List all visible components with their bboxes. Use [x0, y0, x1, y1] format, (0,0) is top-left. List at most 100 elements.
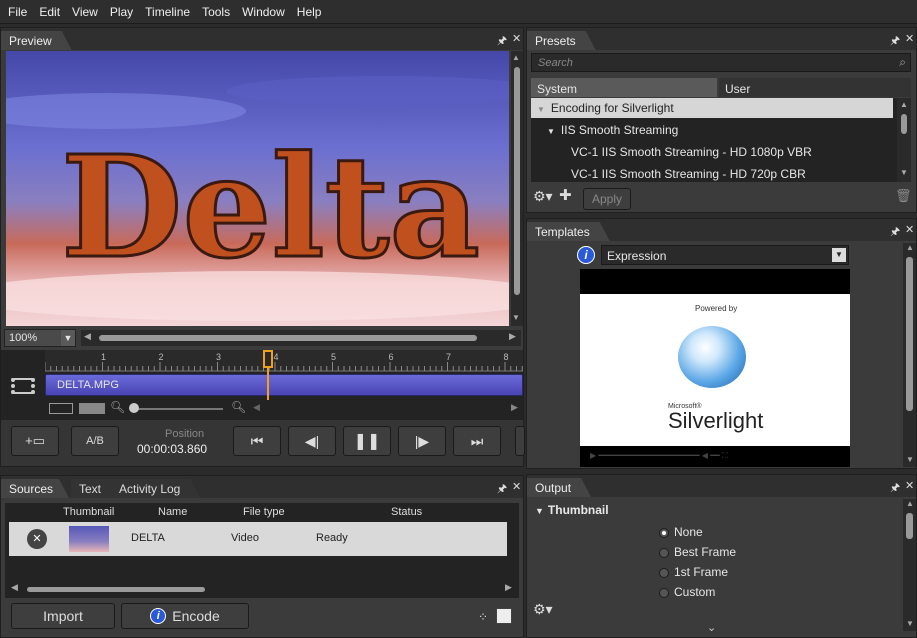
- row-status: Ready: [316, 532, 348, 544]
- view-strip-icon[interactable]: [79, 403, 105, 414]
- zoom-select[interactable]: 100% ▼: [4, 329, 76, 347]
- menu-edit[interactable]: Edit: [33, 5, 66, 19]
- menu-timeline[interactable]: Timeline: [139, 5, 196, 19]
- timeline-clip[interactable]: DELTA.MPG: [45, 374, 523, 396]
- menu-help[interactable]: Help: [291, 5, 328, 19]
- presets-search[interactable]: Search ⌕: [531, 53, 911, 72]
- template-select[interactable]: Expression ▼: [601, 245, 849, 265]
- presets-tree: ▼ Encoding for Silverlight ▼ IIS Smooth St…: [531, 98, 911, 182]
- thumbnail-option-none[interactable]: None: [659, 525, 703, 539]
- info-icon: i: [150, 608, 167, 624]
- col-thumbnail[interactable]: Thumbnail: [63, 506, 114, 518]
- tab-sources[interactable]: Sources ✕: [1, 479, 69, 498]
- thumbnail-option-custom[interactable]: Custom: [659, 585, 715, 599]
- col-status[interactable]: Status: [391, 506, 422, 518]
- collapse-icon[interactable]: ▼: [547, 127, 555, 136]
- pause-button[interactable]: ❚❚: [343, 426, 391, 456]
- close-icon[interactable]: ✕: [512, 480, 521, 493]
- encode-button[interactable]: i Encode: [121, 603, 249, 629]
- view-mode-icon[interactable]: [49, 403, 73, 414]
- film-icon: [11, 378, 35, 394]
- go-to-end-button[interactable]: ⏭: [453, 426, 501, 456]
- timecode: 00:00:03.860: [137, 442, 208, 456]
- step-back-button[interactable]: ◀|: [288, 426, 336, 456]
- col-file-type[interactable]: File type: [243, 506, 285, 518]
- apply-button[interactable]: Apply: [583, 188, 631, 210]
- radio-icon: [659, 527, 669, 538]
- ruler-tick-label: 7: [446, 352, 452, 362]
- thumbnail-option-1st-frame[interactable]: 1st Frame: [659, 565, 728, 579]
- position-label: Position: [165, 428, 205, 440]
- sources-hscroll[interactable]: ◀ ▶: [5, 582, 519, 596]
- close-icon[interactable]: ✕: [905, 479, 914, 492]
- delete-icon[interactable]: 🗑︎: [895, 188, 912, 204]
- pin-icon[interactable]: 🖈: [497, 32, 507, 51]
- playhead[interactable]: [263, 350, 273, 400]
- timeline-ruler[interactable]: 1 2 3 4 5 6 7 8: [45, 350, 523, 372]
- go-to-start-button[interactable]: ⏮: [233, 426, 281, 456]
- settings-menu-icon[interactable]: ⚙▾: [533, 601, 553, 618]
- chevron-down-icon: ▼: [832, 248, 846, 262]
- tab-presets[interactable]: Presets: [527, 31, 596, 50]
- info-icon[interactable]: i: [577, 246, 595, 264]
- table-row[interactable]: ✕ DELTA Video Ready: [9, 522, 507, 556]
- import-button[interactable]: Import: [11, 603, 115, 629]
- tree-item-1080p[interactable]: VC-1 IIS Smooth Streaming - HD 1080p VBR: [571, 145, 812, 159]
- sources-header: Sources ✕ Text Activity Log 🖈 ✕: [1, 476, 523, 498]
- pin-icon[interactable]: 🖈: [890, 223, 900, 242]
- tab-system[interactable]: System: [531, 78, 717, 97]
- close-icon[interactable]: ✕: [905, 223, 914, 236]
- list-view-icon[interactable]: [496, 608, 512, 624]
- preview-vscroll[interactable]: ▲ ▼: [511, 51, 523, 326]
- row-name: DELTA: [131, 532, 165, 544]
- col-name[interactable]: Name: [158, 506, 187, 518]
- zoom-slider[interactable]: [131, 408, 223, 410]
- templates-vscroll[interactable]: ▲ ▼: [903, 243, 916, 467]
- timeline: 1 2 3 4 5 6 7 8 DELTA.MPG 🔍︎ 🔍︎ ◀ ▶: [1, 350, 523, 420]
- presets-vscroll[interactable]: ▲ ▼: [897, 98, 911, 182]
- svg-text:Delta: Delta: [61, 126, 480, 290]
- close-icon[interactable]: ✕: [512, 32, 521, 45]
- tree-item-encoding-silverlight[interactable]: ▼ Encoding for Silverlight: [531, 98, 893, 118]
- pin-icon[interactable]: 🖈: [890, 479, 900, 498]
- tab-preview[interactable]: Preview: [1, 31, 72, 50]
- tree-item-720p[interactable]: VC-1 IIS Smooth Streaming - HD 720p CBR: [571, 167, 806, 181]
- menu-view[interactable]: View: [66, 5, 104, 19]
- zoom-out-icon[interactable]: 🔍︎: [110, 400, 125, 414]
- output-vscroll[interactable]: ▲ ▼: [903, 499, 916, 631]
- tree-item-iis-smooth[interactable]: ▼ IIS Smooth Streaming: [547, 123, 678, 137]
- ab-compare-button[interactable]: A/B: [71, 426, 119, 456]
- template-controls: ▶ ━━━━━━━━━━━━━━━━━━━━━ ◀ ━━ ⛶: [590, 451, 728, 460]
- add-preset-icon[interactable]: ✚: [559, 186, 572, 204]
- more-button[interactable]: [515, 426, 525, 456]
- menu-window[interactable]: Window: [236, 5, 291, 19]
- tab-templates[interactable]: Templates: [527, 222, 610, 241]
- remove-icon[interactable]: ✕: [27, 529, 47, 549]
- radio-icon: [659, 567, 669, 578]
- encode-label: Encode: [172, 608, 220, 624]
- thumbnail-option-best-frame[interactable]: Best Frame: [659, 545, 736, 559]
- output-section-header[interactable]: ▼ Thumbnail: [535, 503, 609, 517]
- collapse-icon[interactable]: ▼: [537, 105, 545, 114]
- settings-menu-icon[interactable]: ⚙▾: [533, 188, 553, 205]
- menu-play[interactable]: Play: [104, 5, 139, 19]
- sources-table: Thumbnail Name File type Status ✕ DELTA …: [5, 503, 519, 598]
- chevron-down-icon[interactable]: ⌄: [707, 621, 716, 634]
- preview-hscroll[interactable]: ◀ ▶: [81, 330, 521, 346]
- pin-icon[interactable]: 🖈: [497, 480, 507, 499]
- search-icon: ⌕: [899, 55, 906, 69]
- grid-view-icon[interactable]: ⁘: [478, 610, 488, 624]
- tab-activity-log[interactable]: Activity Log: [111, 479, 200, 498]
- pin-icon[interactable]: 🖈: [890, 32, 900, 51]
- menu-tools[interactable]: Tools: [196, 5, 236, 19]
- menu-bar: File Edit View Play Timeline Tools Windo…: [0, 0, 917, 24]
- tab-output[interactable]: Output: [527, 478, 591, 497]
- close-icon[interactable]: ✕: [905, 32, 914, 45]
- tab-user[interactable]: User: [719, 78, 911, 97]
- ruler-tick-label: 2: [158, 352, 164, 362]
- zoom-in-icon[interactable]: 🔍︎: [231, 400, 246, 414]
- menu-file[interactable]: File: [2, 5, 33, 19]
- add-marker-button[interactable]: +▭: [11, 426, 59, 456]
- radio-icon: [659, 587, 669, 598]
- step-forward-button[interactable]: |▶: [398, 426, 446, 456]
